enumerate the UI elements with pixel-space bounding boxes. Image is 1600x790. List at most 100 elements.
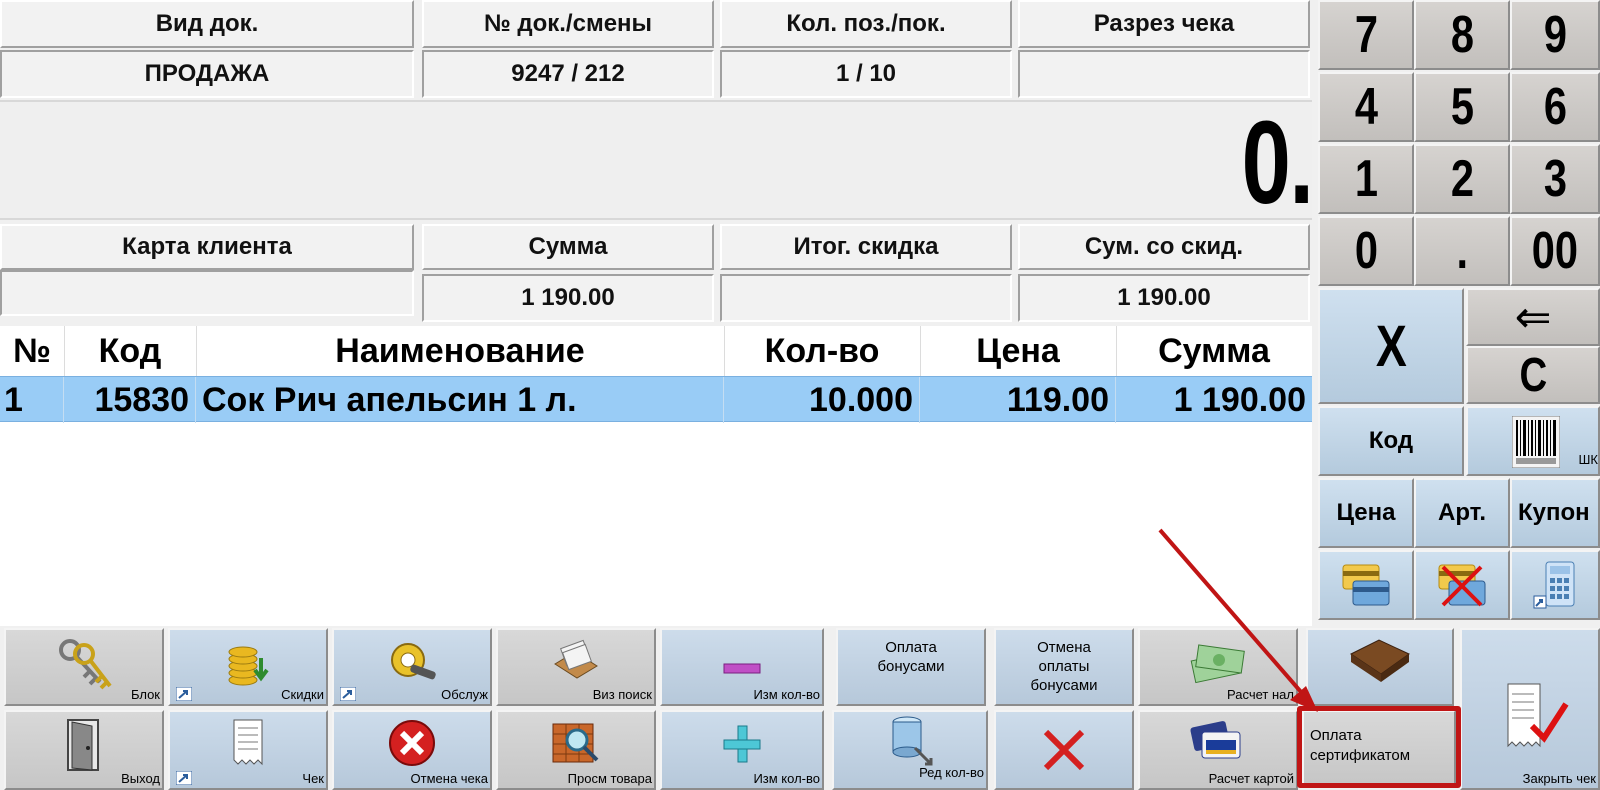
table-row[interactable]: 1 15830 Сок Рич апельсин 1 л. 10.000 119…	[0, 376, 1312, 423]
door-icon	[67, 719, 99, 771]
key-4[interactable]: 4	[1318, 72, 1414, 142]
backspace-icon: ⇐	[1514, 292, 1552, 342]
key-7[interactable]: 7	[1318, 0, 1414, 70]
shortcut-icon	[176, 687, 192, 701]
button-label: Отмена чека	[410, 771, 488, 786]
pay-bonus-button[interactable]: Оплата бонусами	[836, 628, 986, 706]
keys-icon	[59, 639, 112, 690]
button-label: Ред кол-во	[919, 765, 984, 780]
service-button[interactable]: Обслуж	[332, 628, 492, 706]
receipt-button[interactable]: Чек	[168, 710, 328, 790]
cell-qty: 10.000	[724, 377, 920, 423]
shortcut-icon	[176, 771, 192, 785]
visual-search-button[interactable]: Виз поиск	[496, 628, 656, 706]
pos-window: Вид док. № док./смены Кол. поз./пок. Раз…	[0, 0, 1600, 790]
button-label: Закрыть чек	[1522, 771, 1596, 786]
remove-card-button[interactable]	[1414, 550, 1510, 620]
barcode-icon	[1512, 416, 1560, 468]
key-label: Арт.	[1438, 499, 1486, 526]
col-header-qty[interactable]: Кол-во	[724, 326, 920, 376]
client-card-value[interactable]	[0, 270, 414, 316]
code-button[interactable]: Код	[1318, 406, 1464, 476]
button-label: Отмена оплаты бонусами	[1030, 639, 1098, 694]
key-label: 8	[1450, 6, 1474, 64]
receipt-cut-value	[1018, 50, 1310, 98]
close-receipt-button[interactable]: Закрыть чек	[1460, 628, 1600, 790]
col-header-num[interactable]: №	[0, 326, 64, 376]
key-6[interactable]: 6	[1510, 72, 1600, 142]
button-label: Выход	[121, 771, 160, 786]
cell-sum: 1 190.00	[1173, 380, 1306, 419]
button-label: Виз поиск	[592, 687, 652, 702]
card-icon	[1342, 564, 1390, 606]
backspace-button[interactable]: ⇐	[1466, 288, 1600, 346]
button-label: Изм кол-во	[753, 771, 820, 786]
view-goods-button[interactable]: Просм товара	[496, 710, 656, 790]
sum-with-discount-value: 1 190.00	[1018, 274, 1310, 322]
positions-label: Кол. поз./пок.	[720, 0, 1012, 48]
key-dot[interactable]: .	[1414, 216, 1510, 286]
button-label: Расчет картой	[1208, 771, 1294, 786]
key-label: C	[1519, 348, 1547, 402]
col-header-name[interactable]: Наименование	[196, 326, 724, 376]
card-file-icon	[554, 639, 598, 679]
calculator-button[interactable]	[1510, 550, 1600, 620]
key-3[interactable]: 3	[1510, 144, 1600, 214]
cell-name: Сок Рич апельсин 1 л.	[196, 377, 724, 423]
total-discount-value	[720, 274, 1012, 322]
card-payment-button[interactable]: Расчет картой	[1138, 710, 1298, 790]
add-card-button[interactable]	[1318, 550, 1414, 620]
barcode-button[interactable]: ШК	[1466, 406, 1600, 476]
exit-button[interactable]: Выход	[4, 710, 164, 790]
coins-icon	[228, 646, 269, 686]
key-1[interactable]: 1	[1318, 144, 1414, 214]
clear-button[interactable]: C	[1466, 346, 1600, 404]
key-9[interactable]: 9	[1510, 0, 1600, 70]
multiply-button[interactable]: X	[1318, 288, 1464, 404]
key-label: 00	[1531, 222, 1579, 280]
col-header-code[interactable]: Код	[64, 326, 196, 376]
sum-value: 1 190.00	[422, 274, 714, 322]
key-label: Купон	[1518, 499, 1590, 526]
minus-icon	[723, 663, 761, 674]
key-label: X	[1375, 313, 1407, 379]
display-value: 0.	[1241, 97, 1313, 229]
col-header-price[interactable]: Цена	[920, 326, 1116, 376]
key-5[interactable]: 5	[1414, 72, 1510, 142]
cancel-bonus-button[interactable]: Отмена оплаты бонусами	[994, 628, 1134, 706]
key-label: 2	[1450, 150, 1474, 208]
block-button[interactable]: Блок	[4, 628, 164, 706]
receipt-icon	[233, 719, 263, 766]
receipt-check-icon	[1507, 683, 1569, 748]
wallet-button[interactable]	[1306, 628, 1454, 706]
cash-icon	[1190, 644, 1245, 684]
coupon-button[interactable]: Купон	[1510, 478, 1600, 548]
cancel-receipt-button[interactable]: Отмена чека	[332, 710, 492, 790]
qty-decrease-button[interactable]: Изм кол-во	[660, 628, 824, 706]
key-8[interactable]: 8	[1414, 0, 1510, 70]
delete-x-icon	[1043, 729, 1085, 771]
cash-payment-button[interactable]: Расчет нал	[1138, 628, 1298, 706]
button-label: Обслуж	[441, 687, 488, 702]
key-0[interactable]: 0	[1318, 216, 1414, 286]
edit-qty-button[interactable]: Ред кол-во	[832, 710, 988, 790]
key-label: 0	[1354, 222, 1378, 280]
key-label: .	[1456, 222, 1468, 280]
sum-label: Сумма	[422, 224, 714, 270]
sum-with-discount-label: Сум. со скид.	[1018, 224, 1310, 270]
price-button[interactable]: Цена	[1318, 478, 1414, 548]
key-label: 4	[1354, 78, 1378, 136]
highlight-box	[1297, 706, 1461, 788]
key-label: Цена	[1336, 499, 1396, 526]
delete-item-button[interactable]	[994, 710, 1134, 790]
discounts-button[interactable]: Скидки	[168, 628, 328, 706]
key-00[interactable]: 00	[1510, 216, 1600, 286]
doc-type-label: Вид док.	[0, 0, 414, 48]
positions-value: 1 / 10	[720, 50, 1012, 98]
qty-increase-button[interactable]: Изм кол-во	[660, 710, 824, 790]
cancel-circle-icon	[389, 720, 435, 766]
key-label: 1	[1354, 150, 1378, 208]
key-2[interactable]: 2	[1414, 144, 1510, 214]
article-button[interactable]: Арт.	[1414, 478, 1510, 548]
col-header-sum[interactable]: Сумма	[1116, 326, 1312, 376]
